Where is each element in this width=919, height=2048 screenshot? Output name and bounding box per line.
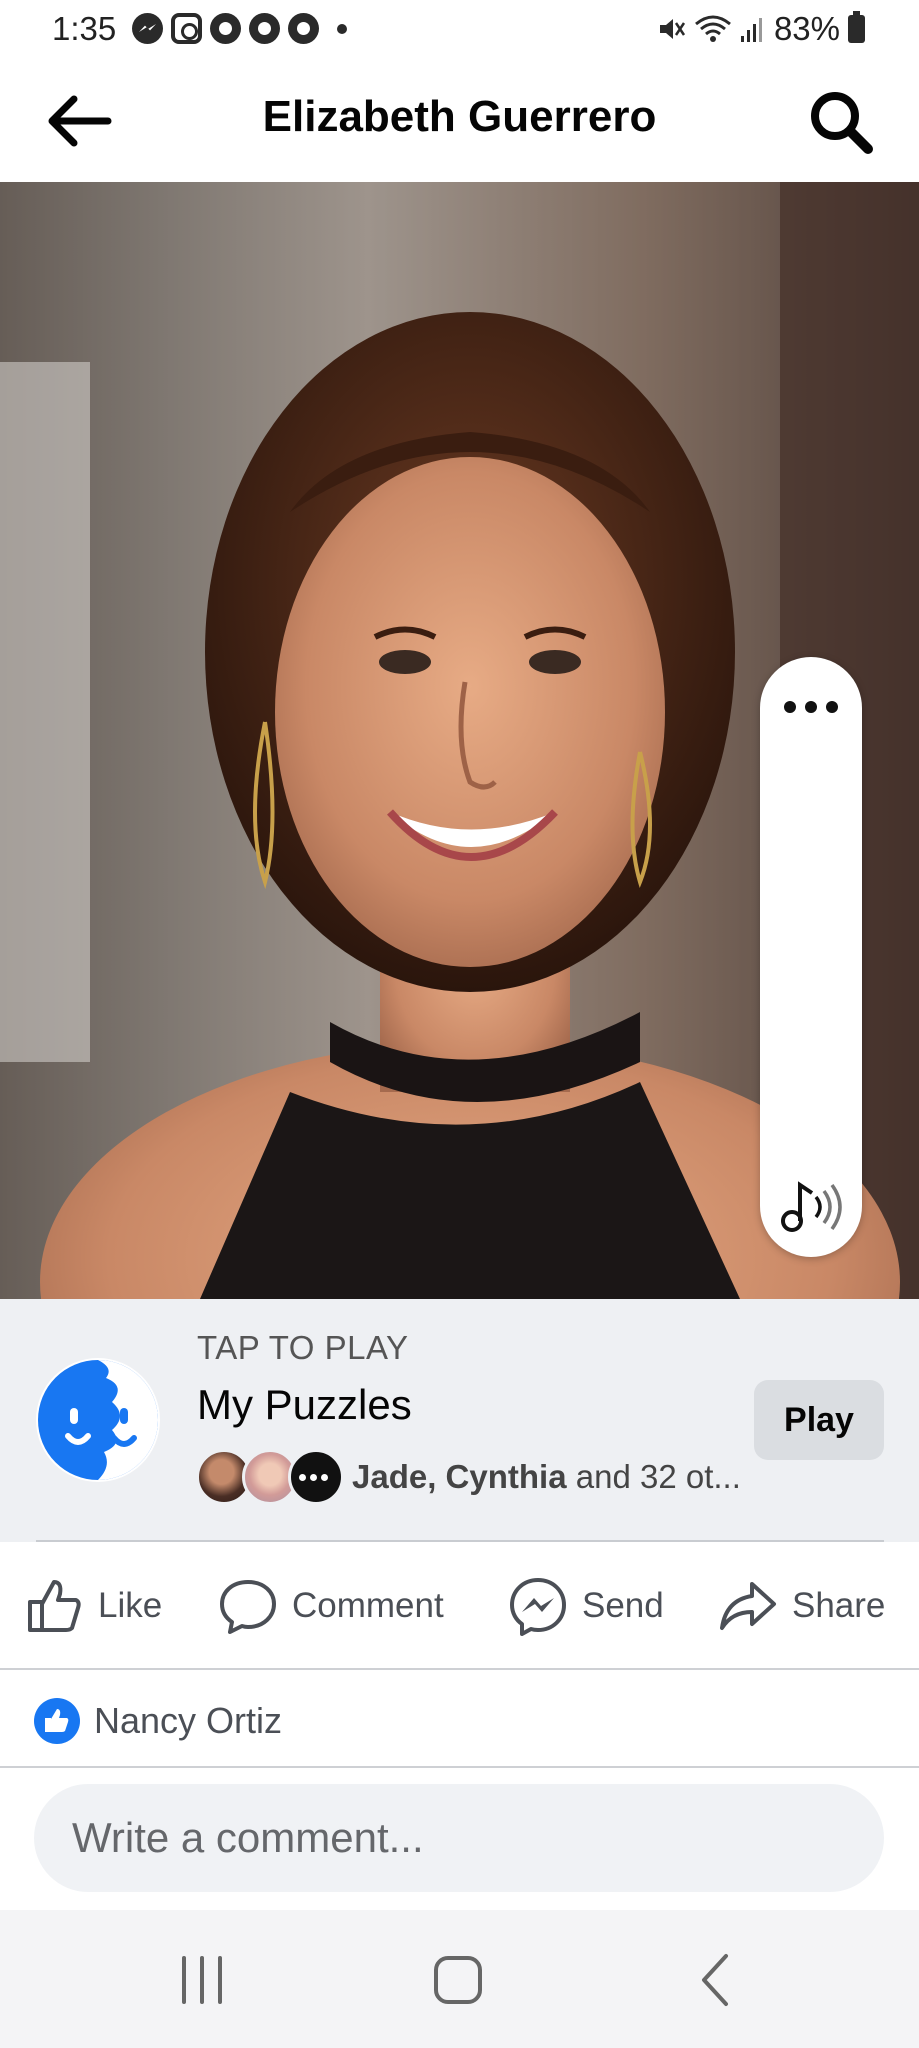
back-nav-button[interactable]: [676, 1950, 756, 2010]
page-title: Elizabeth Guerrero: [262, 92, 657, 141]
media-side-controls: [760, 657, 862, 1257]
post-photo[interactable]: [0, 182, 919, 1299]
sound-icon: [781, 1181, 842, 1232]
more-icon[interactable]: [784, 695, 838, 719]
notification-icons: [132, 13, 347, 44]
send-button[interactable]: Send: [508, 1544, 664, 1668]
friends-playing: Jade, Cynthia and 32 ot...: [196, 1449, 741, 1505]
system-status: 83%: [656, 10, 865, 48]
search-icon: [811, 92, 873, 154]
comment-icon: [220, 1580, 276, 1634]
send-label: Send: [582, 1586, 664, 1625]
like-icon: [28, 1580, 81, 1632]
comment-composer: [0, 1770, 919, 1910]
like-label: Like: [98, 1586, 163, 1625]
instagram-icon: [171, 13, 202, 44]
recent-apps-button[interactable]: [162, 1950, 242, 2010]
share-label: Share: [792, 1586, 886, 1625]
wifi-icon: [694, 15, 731, 42]
divider: [36, 1540, 884, 1542]
game-title: My Puzzles: [197, 1381, 412, 1428]
messenger-icon: [132, 13, 163, 44]
chrome-icon: [210, 13, 241, 44]
my-puzzles-game-icon[interactable]: [34, 1356, 162, 1484]
instant-game-card[interactable]: TAP TO PLAY My Puzzles Jade, Cynthia and…: [0, 1299, 919, 1542]
tap-to-play-label: TAP TO PLAY: [197, 1329, 409, 1366]
battery-percent: 83%: [773, 10, 840, 47]
reaction-user-name: Nancy Ortiz: [94, 1700, 283, 1741]
comment-label: Comment: [292, 1586, 444, 1625]
mute-icon: [659, 19, 685, 39]
comment-button[interactable]: Comment: [218, 1544, 444, 1668]
dot-icon: [337, 23, 347, 34]
share-button[interactable]: Share: [718, 1544, 885, 1668]
chrome-icon: [288, 13, 319, 44]
share-icon: [720, 1582, 776, 1630]
home-button[interactable]: [418, 1950, 498, 2010]
home-icon: [434, 1956, 482, 2004]
chevron-left-icon: [702, 1954, 728, 2006]
recent-apps-icon: [182, 1956, 222, 2004]
friends-names: Jade, Cynthia: [352, 1458, 567, 1495]
system-navigation-bar: [0, 1910, 919, 2048]
like-reaction-icon: [34, 1698, 80, 1744]
top-app-bar: Elizabeth Guerrero: [0, 62, 919, 182]
reactions-summary[interactable]: Nancy Ortiz: [0, 1672, 919, 1768]
battery-icon: [848, 11, 865, 43]
search-button[interactable]: [807, 88, 875, 156]
more-friends-avatar: [288, 1449, 344, 1505]
chrome-icon: [249, 13, 280, 44]
status-bar: 1:35 83%: [0, 0, 919, 62]
messenger-send-icon: [510, 1578, 566, 1636]
friends-playing-text: Jade, Cynthia and 32 ot...: [352, 1458, 741, 1496]
friends-count: and 32 ot...: [566, 1458, 741, 1495]
comment-input[interactable]: [34, 1784, 884, 1892]
like-button[interactable]: Like: [24, 1544, 162, 1668]
play-button[interactable]: Play: [754, 1380, 884, 1460]
signal-icon: [740, 18, 762, 42]
sound-button[interactable]: [778, 1177, 844, 1237]
post-action-bar: Like Comment Send Share: [0, 1544, 919, 1670]
status-time: 1:35: [52, 10, 117, 47]
